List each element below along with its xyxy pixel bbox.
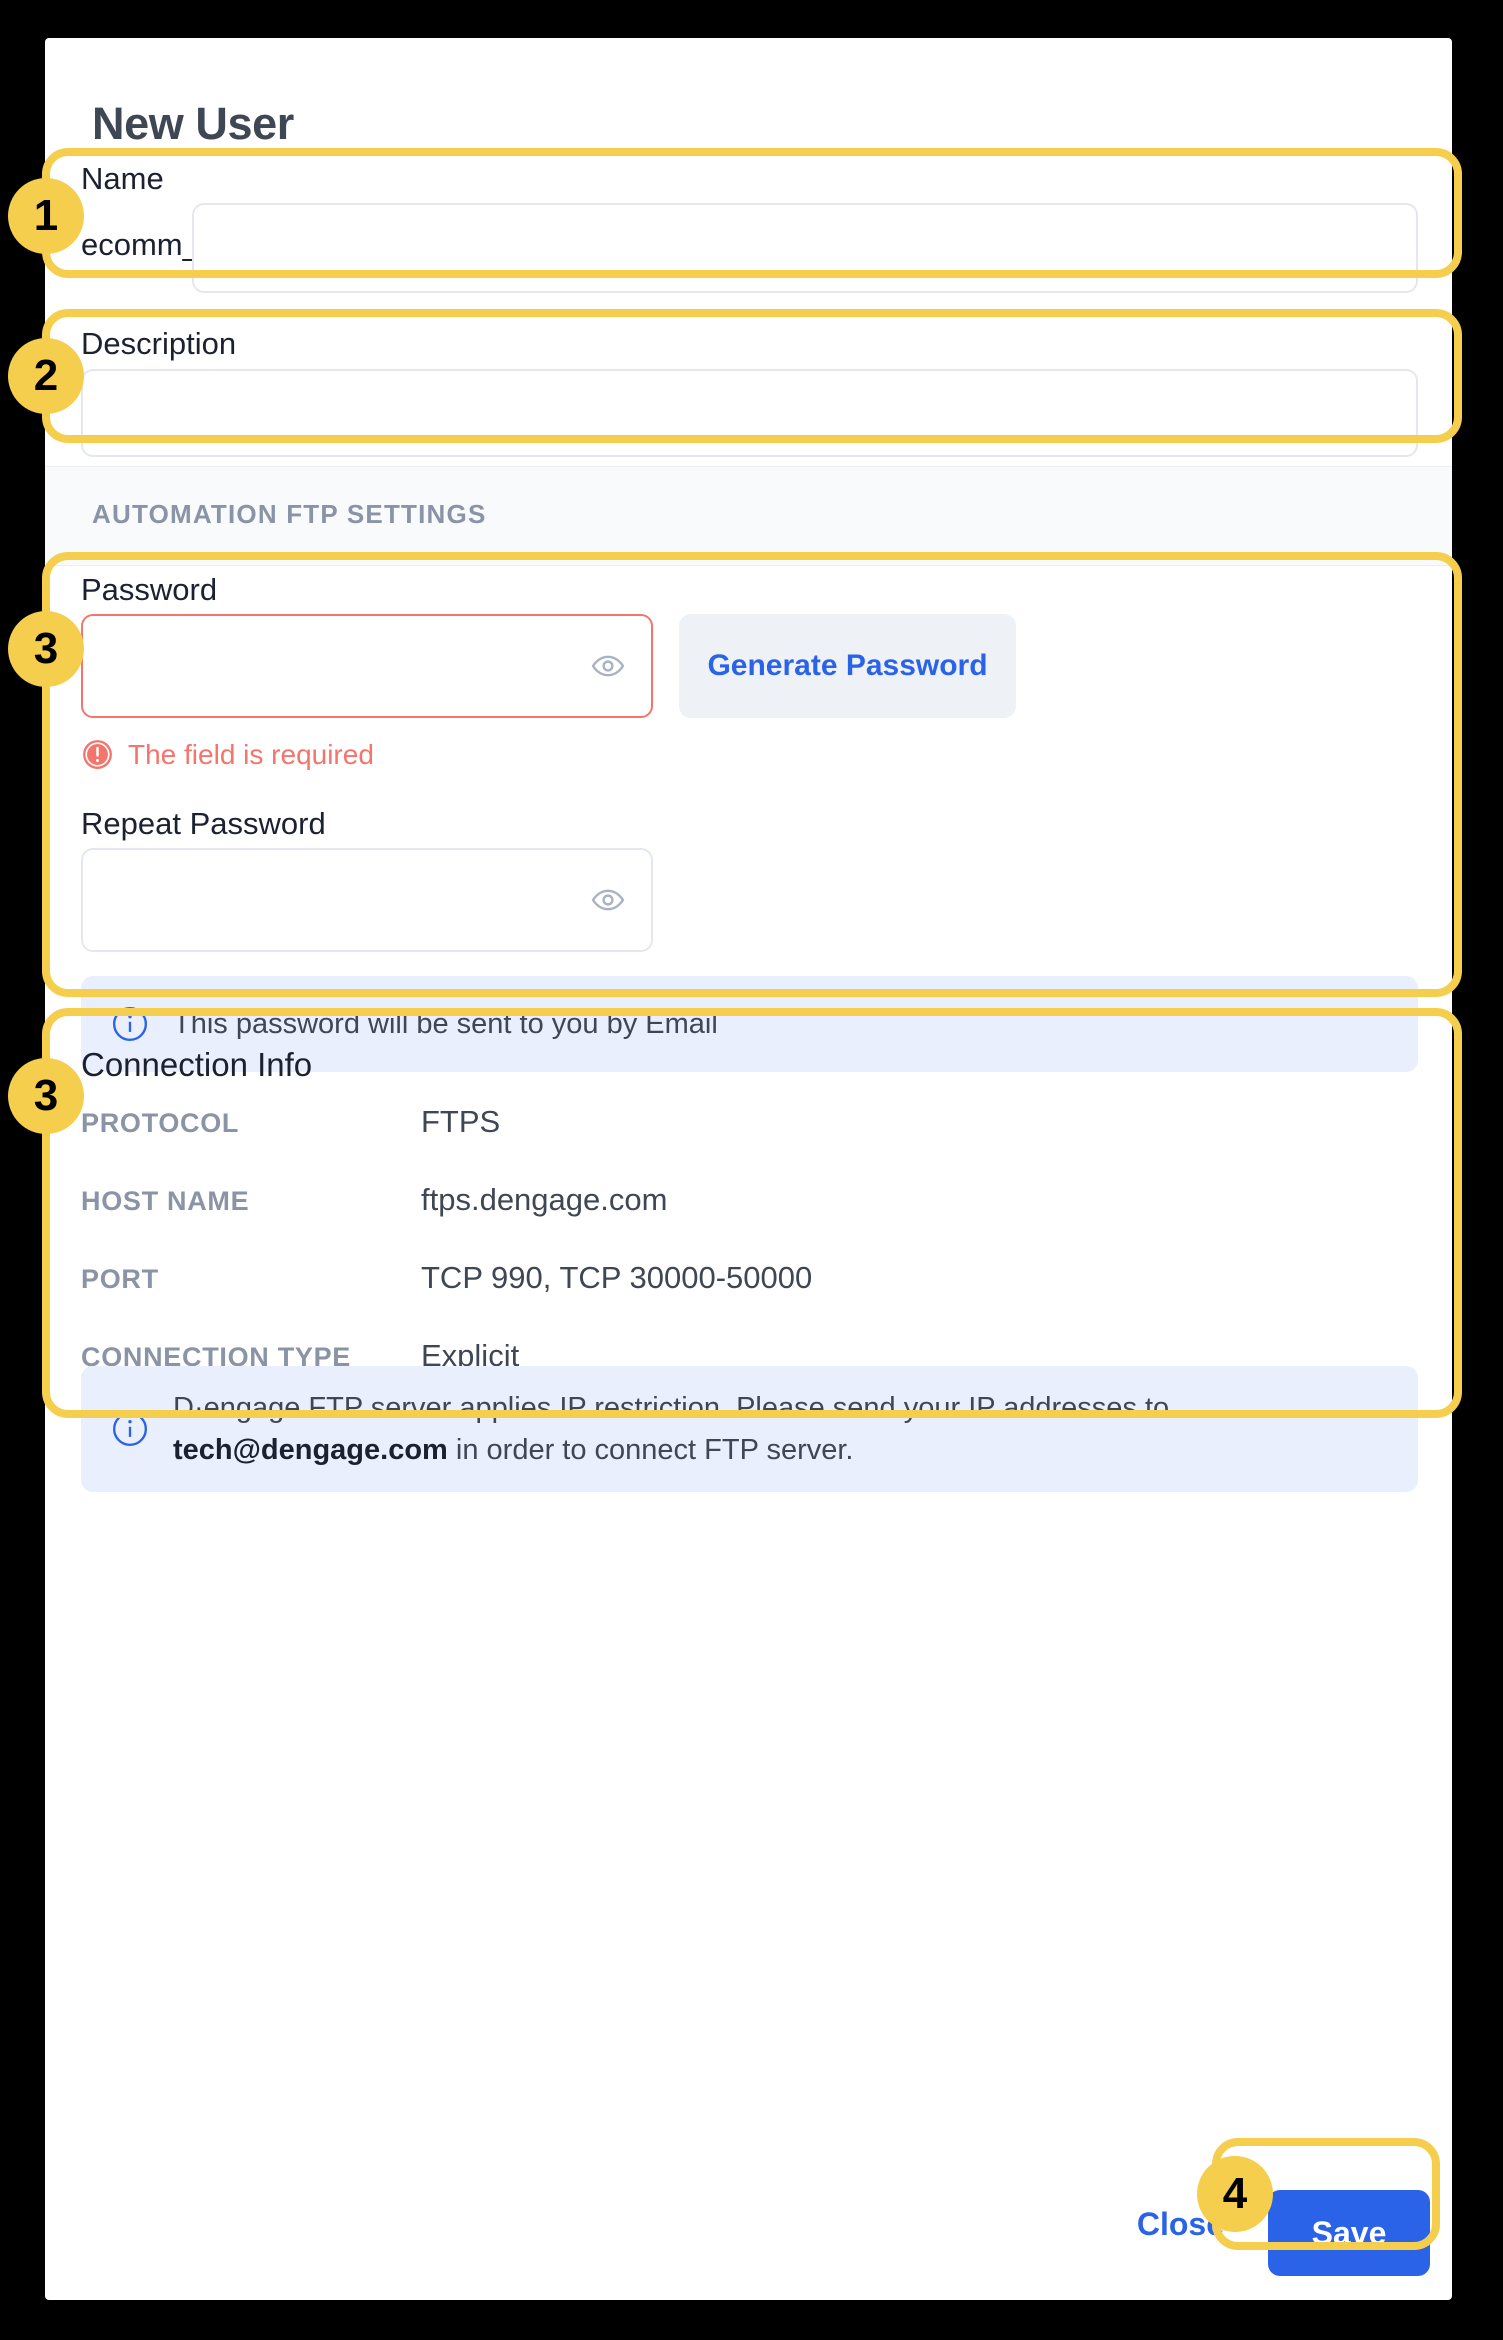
name-label: Name xyxy=(81,161,164,196)
error-circle-icon xyxy=(81,738,114,771)
description-field-group: Description xyxy=(63,321,1435,459)
password-input[interactable] xyxy=(81,614,653,718)
connection-info-group: Connection Info PROTOCOL FTPS HOST NAME … xyxy=(63,1040,1435,1492)
connection-value: ftps.dengage.com xyxy=(421,1182,668,1217)
connection-value: FTPS xyxy=(421,1104,501,1139)
name-field-group: Name ecomm_ xyxy=(63,153,1435,313)
password-error: The field is required xyxy=(81,738,374,771)
annotation-badge-1: 1 xyxy=(8,178,84,254)
annotation-badge-3: 3 xyxy=(8,611,84,687)
ip-text-after: in order to connect FTP server. xyxy=(447,1434,854,1466)
annotation-badge-5: 4 xyxy=(1197,2156,1273,2232)
name-prefix: ecomm_ xyxy=(81,227,200,262)
annotation-badge-4: 3 xyxy=(8,1058,84,1134)
description-input[interactable] xyxy=(81,369,1418,457)
ip-text-before: D·engage FTP server applies IP restricti… xyxy=(173,1391,1170,1424)
generate-password-button[interactable]: Generate Password xyxy=(679,614,1016,718)
name-input[interactable] xyxy=(192,203,1418,293)
section-heading: AUTOMATION FTP SETTINGS xyxy=(92,499,487,529)
eye-icon[interactable] xyxy=(591,883,625,917)
save-button[interactable]: Save xyxy=(1268,2190,1430,2276)
connection-value: TCP 990, TCP 30000-50000 xyxy=(421,1260,813,1295)
support-email: tech@dengage.com xyxy=(173,1434,448,1466)
annotation-badge-2: 2 xyxy=(8,338,84,414)
password-banner-text: This password will be sent to you by Ema… xyxy=(173,1007,718,1040)
password-label: Password xyxy=(81,572,218,607)
new-user-dialog: New User Name ecomm_ Description AUTOMAT… xyxy=(45,38,1452,2300)
repeat-password-label: Repeat Password xyxy=(81,806,326,841)
eye-icon[interactable] xyxy=(591,649,625,683)
info-circle-icon xyxy=(111,1005,149,1043)
password-error-text: The field is required xyxy=(128,738,374,770)
description-label: Description xyxy=(81,326,237,361)
connection-key: HOST NAME xyxy=(81,1186,250,1216)
screen-root: New User Name ecomm_ Description AUTOMAT… xyxy=(0,0,1503,2340)
info-circle-icon xyxy=(111,1410,149,1448)
connection-key: PROTOCOL xyxy=(81,1108,240,1138)
automation-ftp-settings-section: AUTOMATION FTP SETTINGS xyxy=(45,466,1452,566)
ip-restriction-banner: D·engage FTP server applies IP restricti… xyxy=(81,1366,1418,1492)
password-field-group: Password Generate Password The field is … xyxy=(63,566,1435,1072)
page-title: New User xyxy=(92,98,294,149)
table-row: PROTOCOL FTPS xyxy=(81,1104,1418,1182)
ip-restriction-text: D·engage FTP server applies IP restricti… xyxy=(173,1387,1388,1471)
table-row: PORT TCP 990, TCP 30000-50000 xyxy=(81,1260,1418,1338)
table-row: HOST NAME ftps.dengage.com xyxy=(81,1182,1418,1260)
connection-info-title: Connection Info xyxy=(81,1046,313,1083)
repeat-password-input[interactable] xyxy=(81,848,653,952)
connection-key: PORT xyxy=(81,1264,159,1294)
